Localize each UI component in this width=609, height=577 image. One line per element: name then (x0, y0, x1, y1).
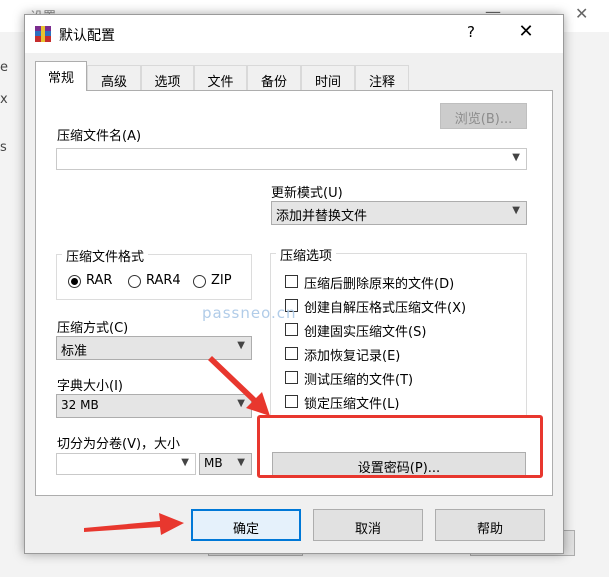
annotation-arrows (84, 356, 270, 535)
annotation-arrow-to-ok (84, 513, 184, 535)
tab-general[interactable]: 常规 (35, 61, 87, 91)
annotation-arrow-to-password (208, 356, 270, 416)
